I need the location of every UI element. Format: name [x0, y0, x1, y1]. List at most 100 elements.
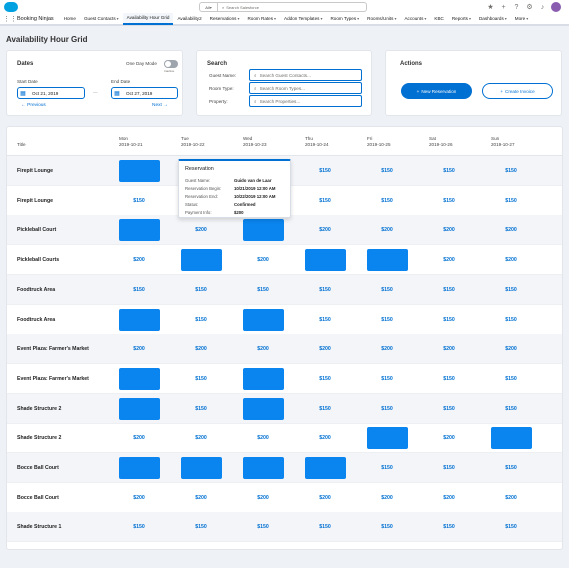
price-cell[interactable]: $150	[367, 317, 407, 323]
price-cell[interactable]: $200	[429, 495, 469, 501]
price-cell[interactable]: $200	[181, 495, 221, 501]
price-cell[interactable]: $150	[305, 287, 345, 293]
price-cell[interactable]: $200	[119, 346, 159, 352]
nav-tab-room-types[interactable]: Room Types ▾	[326, 13, 363, 25]
reservation-block[interactable]	[305, 457, 346, 479]
price-cell[interactable]: $150	[429, 317, 469, 323]
price-cell[interactable]: $200	[429, 346, 469, 352]
nav-tab-reservations[interactable]: Reservations ▾	[206, 13, 244, 25]
price-cell[interactable]: $150	[491, 198, 531, 204]
price-cell[interactable]: $150	[429, 168, 469, 174]
nav-tab-home[interactable]: Home	[60, 13, 80, 25]
favorites-icon[interactable]: ★	[486, 3, 495, 12]
setup-gear-icon[interactable]: ⚙	[525, 3, 534, 12]
price-cell[interactable]: $200	[119, 435, 159, 441]
price-cell[interactable]: $150	[119, 524, 159, 530]
nav-tab-room-rates[interactable]: Room Rates ▾	[243, 13, 280, 25]
price-cell[interactable]: $200	[119, 495, 159, 501]
reservation-block[interactable]	[181, 249, 222, 272]
reservation-block[interactable]	[119, 160, 160, 182]
reservation-block[interactable]	[119, 308, 160, 331]
end-date-input[interactable]: ▦ Oct 27, 2019	[111, 87, 178, 99]
app-launcher-icon[interactable]: ⋮⋮	[3, 15, 17, 23]
price-cell[interactable]: $200	[181, 346, 221, 352]
salesforce-logo-icon[interactable]	[4, 2, 18, 12]
price-cell[interactable]: $200	[181, 435, 221, 441]
price-cell[interactable]: $150	[119, 198, 159, 204]
user-avatar[interactable]	[551, 2, 561, 12]
price-cell[interactable]: $150	[181, 376, 221, 382]
price-cell[interactable]: $200	[305, 227, 345, 233]
price-cell[interactable]: $150	[305, 317, 345, 323]
price-cell[interactable]: $200	[181, 227, 221, 233]
help-icon[interactable]: ?	[512, 3, 521, 12]
nav-tab-kbc[interactable]: KBC	[430, 13, 447, 25]
reservation-block[interactable]	[243, 367, 284, 390]
previous-link[interactable]: ← Previous	[21, 103, 46, 108]
reservation-block[interactable]	[367, 427, 408, 450]
nav-tab-availability-hour-grid[interactable]: Availability Hour Grid	[122, 13, 174, 25]
price-cell[interactable]: $200	[367, 227, 407, 233]
one-day-mode-toggle[interactable]	[164, 60, 178, 68]
reservation-block[interactable]	[305, 249, 346, 272]
price-cell[interactable]: $150	[243, 287, 283, 293]
price-cell[interactable]: $150	[305, 376, 345, 382]
price-cell[interactable]: $150	[305, 406, 345, 412]
nav-tab-dashboards[interactable]: Dashboards ▾	[475, 13, 511, 25]
price-cell[interactable]: $150	[491, 317, 531, 323]
reservation-block[interactable]	[119, 219, 160, 242]
reservation-block[interactable]	[119, 457, 160, 479]
reservation-block[interactable]	[243, 219, 284, 242]
nav-tab-addon-templates[interactable]: Addon Templates ▾	[280, 13, 326, 25]
chevron-down-icon[interactable]: ▾	[505, 13, 507, 25]
price-cell[interactable]: $200	[491, 257, 531, 263]
price-cell[interactable]: $150	[367, 406, 407, 412]
price-cell[interactable]: $200	[491, 495, 531, 501]
price-cell[interactable]: $200	[119, 257, 159, 263]
price-cell[interactable]: $200	[429, 227, 469, 233]
notifications-bell-icon[interactable]: ♪	[538, 3, 547, 12]
price-cell[interactable]: $150	[305, 524, 345, 530]
reservation-block[interactable]	[119, 397, 160, 420]
price-cell[interactable]: $200	[243, 257, 283, 263]
price-cell[interactable]: $150	[491, 524, 531, 530]
search-input[interactable]: ⌕ Search Salesforce	[218, 5, 259, 10]
global-search[interactable]: All ▾ ⌕ Search Salesforce	[199, 2, 367, 12]
price-cell[interactable]: $150	[491, 465, 531, 471]
nav-tab-more[interactable]: More ▾	[511, 13, 532, 25]
price-cell[interactable]: $200	[305, 346, 345, 352]
price-cell[interactable]: $150	[243, 524, 283, 530]
start-date-input[interactable]: ▦ Oct 21, 2019	[17, 87, 85, 99]
price-cell[interactable]: $200	[305, 495, 345, 501]
nav-tab-reports[interactable]: Reports ▾	[448, 13, 475, 25]
chevron-down-icon[interactable]: ▾	[274, 13, 276, 25]
create-invoice-button[interactable]: + Create Invoice	[482, 83, 553, 99]
price-cell[interactable]: $150	[429, 376, 469, 382]
price-cell[interactable]: $200	[491, 227, 531, 233]
price-cell[interactable]: $150	[491, 406, 531, 412]
price-cell[interactable]: $200	[305, 435, 345, 441]
price-cell[interactable]: $200	[243, 495, 283, 501]
chevron-down-icon[interactable]: ▾	[424, 13, 426, 25]
nav-tab-rooms-units[interactable]: Rooms/Units ▾	[363, 13, 400, 25]
reservation-block[interactable]	[181, 457, 222, 479]
price-cell[interactable]: $150	[491, 376, 531, 382]
chevron-down-icon[interactable]: ▾	[526, 13, 528, 25]
chevron-down-icon[interactable]: ▾	[117, 13, 119, 25]
price-cell[interactable]: $150	[429, 406, 469, 412]
reservation-block[interactable]	[119, 367, 160, 390]
price-cell[interactable]: $150	[305, 168, 345, 174]
price-cell[interactable]: $150	[367, 524, 407, 530]
chevron-down-icon[interactable]: ▾	[394, 13, 396, 25]
price-cell[interactable]: $150	[429, 287, 469, 293]
search-scope-select[interactable]: All ▾	[200, 3, 218, 11]
price-cell[interactable]: $150	[181, 317, 221, 323]
price-cell[interactable]: $150	[305, 198, 345, 204]
price-cell[interactable]: $150	[181, 406, 221, 412]
price-cell[interactable]: $200	[243, 435, 283, 441]
price-cell[interactable]: $150	[429, 198, 469, 204]
chevron-down-icon[interactable]: ▾	[320, 13, 322, 25]
price-cell[interactable]: $150	[429, 465, 469, 471]
nav-tab-guest-contacts[interactable]: Guest Contacts ▾	[80, 13, 123, 25]
next-link[interactable]: Next →	[152, 103, 168, 108]
